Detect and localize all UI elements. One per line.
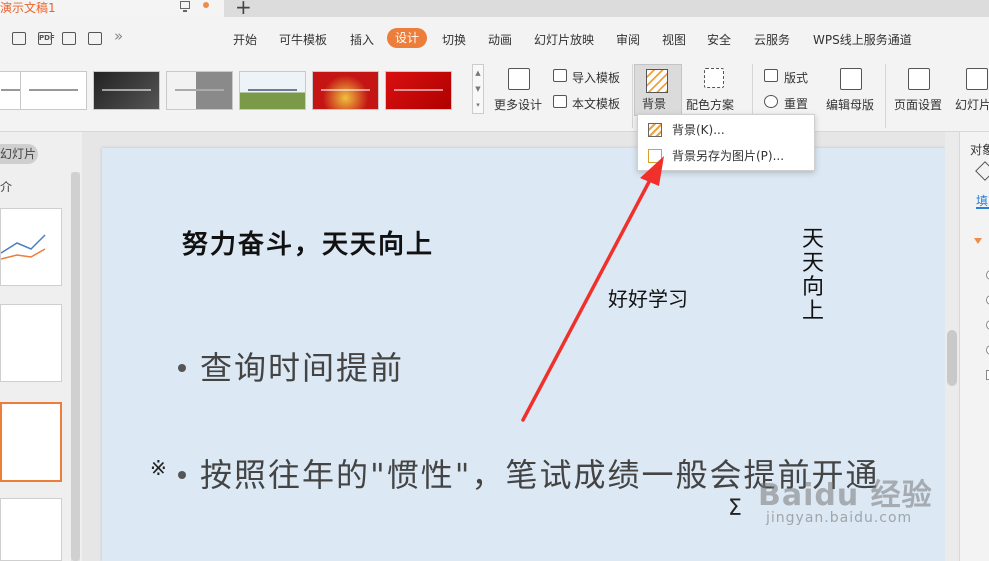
menu-item-wps-online[interactable]: WPS线上服务通道 bbox=[813, 30, 912, 50]
tab-slides[interactable]: 幻灯片 bbox=[0, 144, 38, 164]
reset-icon[interactable] bbox=[764, 95, 778, 108]
menu-item-design[interactable]: 设计 bbox=[387, 28, 428, 48]
bullet-icon bbox=[178, 363, 186, 372]
slide-thumbnail[interactable] bbox=[0, 498, 62, 561]
background-dropdown-menu: 背景(K)... 背景另存为图片(P)... bbox=[637, 114, 815, 171]
save-image-icon bbox=[648, 149, 662, 163]
dropdown-item-save-background-as-image[interactable]: 背景另存为图片(P)... bbox=[638, 143, 814, 169]
page-setup-icon[interactable] bbox=[908, 68, 930, 90]
design-thumbnail[interactable] bbox=[239, 71, 306, 110]
more-designs-button[interactable]: 更多设计 bbox=[494, 96, 542, 113]
background-icon bbox=[648, 123, 662, 137]
this-template-icon[interactable] bbox=[553, 95, 567, 108]
menu-item-template[interactable]: 可牛模板 bbox=[279, 30, 327, 50]
background-label: 背景 bbox=[642, 97, 667, 111]
gallery-scroll[interactable]: ▲ ▼ ▾ bbox=[472, 64, 484, 114]
watermark-brand: Baidu 经验 bbox=[758, 478, 933, 513]
design-thumbnail[interactable] bbox=[312, 71, 379, 110]
color-scheme-button[interactable]: 配色方案 bbox=[686, 96, 734, 113]
edit-master-icon[interactable] bbox=[840, 68, 862, 90]
dropdown-item-background[interactable]: 背景(K)... bbox=[638, 117, 814, 143]
outline-label[interactable]: 介 bbox=[0, 178, 12, 195]
bullet-item[interactable]: 查询时间提前 bbox=[178, 343, 404, 389]
bullet-text: 查询时间提前 bbox=[200, 349, 405, 387]
dropdown-item-label: 背景另存为图片(P)... bbox=[672, 149, 785, 163]
baidu-watermark: Baidu 经验 jingyan.baidu.com bbox=[758, 470, 933, 526]
background-icon bbox=[646, 69, 668, 93]
menu-item-cloud[interactable]: 云服务 bbox=[754, 30, 790, 50]
title-bar: 演示文稿1 + bbox=[0, 0, 989, 19]
save-icon[interactable] bbox=[12, 32, 26, 45]
scroll-up-icon[interactable]: ▲ bbox=[473, 65, 483, 81]
print-icon[interactable] bbox=[62, 32, 76, 45]
ribbon-separator bbox=[885, 64, 886, 128]
import-template-button[interactable]: 导入模板 bbox=[572, 69, 620, 86]
menu-item-view[interactable]: 视图 bbox=[662, 30, 686, 50]
scrollbar-thumb[interactable] bbox=[947, 330, 957, 386]
edit-master-button[interactable]: 编辑母版 bbox=[826, 96, 874, 113]
layout-button[interactable]: 版式 bbox=[784, 69, 808, 86]
page-setup-button[interactable]: 页面设置 bbox=[894, 96, 942, 113]
preview-icon[interactable] bbox=[88, 32, 102, 45]
property-panel: 对象 填充 bbox=[959, 132, 989, 561]
menu-item-slideshow[interactable]: 幻灯片放映 bbox=[534, 30, 594, 50]
menu-item-start[interactable]: 开始 bbox=[233, 30, 257, 50]
scrollbar-thumb[interactable] bbox=[71, 172, 80, 561]
this-template-button[interactable]: 本文模板 bbox=[572, 95, 620, 112]
design-thumbnail[interactable] bbox=[166, 71, 233, 110]
menu-item-animation[interactable]: 动画 bbox=[488, 30, 512, 50]
canvas-scrollbar[interactable] bbox=[945, 132, 959, 561]
more-quick-access-icon[interactable]: » bbox=[114, 27, 123, 45]
menu-item-review[interactable]: 审阅 bbox=[616, 30, 640, 50]
slide-size-button[interactable]: 幻灯片 bbox=[955, 96, 989, 113]
slide-size-icon[interactable] bbox=[966, 68, 988, 90]
expand-icon[interactable]: ▾ bbox=[473, 97, 483, 113]
document-title: 演示文稿1 bbox=[0, 1, 56, 15]
design-thumbnail[interactable] bbox=[385, 71, 452, 110]
scroll-down-icon[interactable]: ▼ bbox=[473, 81, 483, 97]
color-scheme-icon[interactable] bbox=[704, 68, 724, 88]
bullet-icon bbox=[178, 470, 186, 479]
menu-item-insert[interactable]: 插入 bbox=[350, 30, 374, 50]
watermark-url: jingyan.baidu.com bbox=[766, 510, 913, 526]
background-button[interactable]: 背景 bbox=[634, 64, 682, 116]
vertical-text-box[interactable]: 天天向上 bbox=[800, 228, 826, 324]
layout-icon[interactable] bbox=[764, 69, 778, 82]
tab-underline bbox=[976, 207, 989, 209]
slide-panel: 幻灯片 介 bbox=[0, 132, 82, 561]
import-template-icon[interactable] bbox=[553, 69, 567, 82]
slide-panel-scrollbar[interactable] bbox=[71, 172, 80, 561]
document-tab[interactable]: 演示文稿1 bbox=[0, 0, 224, 17]
chart-thumbnail-icon bbox=[0, 234, 46, 260]
collapse-icon[interactable] bbox=[974, 238, 982, 244]
menu-bar: PDF » 开始 可牛模板 插入 设计 切换 动画 幻灯片放映 审阅 视图 安全… bbox=[0, 17, 989, 60]
text-box[interactable]: 好好学习 bbox=[608, 283, 688, 312]
shape-icon[interactable] bbox=[975, 161, 989, 181]
monitor-icon[interactable] bbox=[180, 1, 190, 12]
reference-mark[interactable]: ※ bbox=[150, 456, 167, 480]
unsaved-dot-icon bbox=[203, 2, 209, 8]
reset-button[interactable]: 重置 bbox=[784, 95, 808, 112]
ribbon-separator bbox=[632, 64, 633, 128]
menu-item-transition[interactable]: 切换 bbox=[442, 30, 466, 50]
slide-thumbnail[interactable] bbox=[0, 208, 62, 286]
panel-title: 对象 bbox=[970, 143, 989, 157]
slide-thumbnail[interactable] bbox=[0, 304, 62, 382]
slide-thumbnail-selected[interactable] bbox=[0, 402, 62, 482]
menu-item-security[interactable]: 安全 bbox=[707, 30, 731, 50]
dropdown-item-label: 背景(K)... bbox=[672, 123, 725, 137]
ribbon: ▲ ▼ ▾ 更多设计 导入模板 本文模板 配色方案 版式 重置 编辑母版 页面设… bbox=[0, 60, 989, 132]
more-designs-icon[interactable] bbox=[508, 68, 530, 90]
sigma-symbol[interactable]: Σ bbox=[728, 496, 742, 521]
pdf-icon[interactable]: PDF bbox=[38, 32, 55, 45]
slide-title[interactable]: 努力奋斗，天天向上 bbox=[182, 224, 434, 261]
design-thumbnail[interactable] bbox=[20, 71, 87, 110]
design-thumbnail[interactable] bbox=[93, 71, 160, 110]
